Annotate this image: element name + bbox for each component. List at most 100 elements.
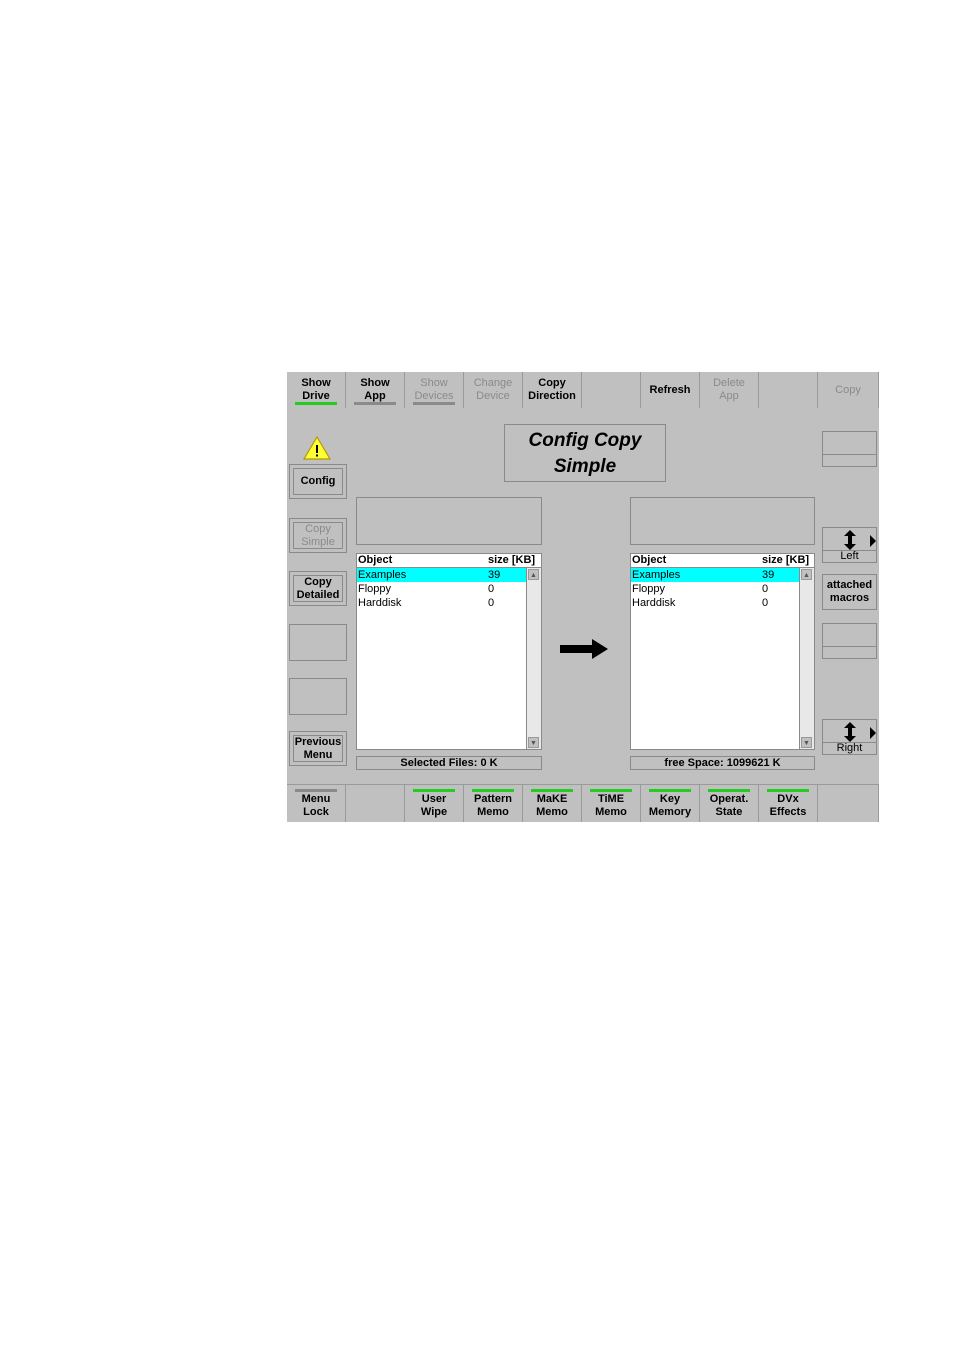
page-title-line1: Config Copy: [528, 430, 642, 451]
bottom-button-8[interactable]: Operat. State: [700, 785, 759, 822]
status-indicator: [354, 402, 396, 405]
up-down-arrow-icon: [843, 722, 857, 742]
bottom-button-1[interactable]: Menu Lock: [287, 785, 346, 822]
top-button-label: Refresh: [649, 383, 691, 396]
scroll-up-icon[interactable]: ▲: [801, 569, 812, 580]
top-button-2[interactable]: Show App: [346, 372, 405, 408]
bottom-button-2[interactable]: [346, 785, 405, 822]
top-button-label: Show Devices: [414, 377, 454, 402]
play-right-icon: [869, 534, 877, 547]
status-indicator: [472, 789, 514, 792]
list-item-name: Examples: [632, 569, 681, 581]
right-scroll-control[interactable]: Right: [822, 719, 877, 755]
list-item-size: 0: [488, 583, 495, 595]
left-label: Left: [840, 550, 859, 562]
bottom-button-label: DVx Effects: [769, 792, 807, 818]
up-down-arrow-icon: [843, 530, 857, 550]
list-item[interactable]: Floppy 0: [357, 582, 527, 596]
bottom-button-label: Operat. State: [709, 792, 749, 818]
attached-macros-label: attached macros: [826, 579, 873, 604]
free-space-status: free Space: 1099621 K: [630, 756, 815, 770]
top-button-9[interactable]: [759, 372, 818, 408]
list-item[interactable]: Harddisk 0: [357, 596, 527, 610]
status-indicator: [531, 789, 573, 792]
list-item[interactable]: Examples 39: [357, 568, 527, 582]
bottom-button-label: Menu Lock: [301, 792, 331, 818]
top-button-label: Show App: [360, 377, 390, 402]
list-item-size: 0: [762, 597, 769, 609]
copy-direction-arrow-icon: [558, 638, 610, 660]
bottom-button-label: MaKE Memo: [536, 792, 568, 818]
top-button-label: Copy: [835, 383, 861, 396]
bottom-button-6[interactable]: TiME Memo: [582, 785, 641, 822]
top-button-label: Delete App: [713, 377, 745, 402]
status-indicator: [413, 402, 455, 405]
list-item-size: 39: [488, 569, 501, 581]
source-scrollbar[interactable]: ▲ ▼: [526, 568, 541, 749]
selected-files-status: Selected Files: 0 K: [356, 756, 542, 770]
source-col-size: size [KB]: [488, 554, 536, 566]
left-empty-button-1[interactable]: [289, 624, 347, 661]
target-list-header: Object size [KB]: [631, 554, 814, 568]
list-item[interactable]: Floppy 0: [631, 582, 800, 596]
list-item-name: Harddisk: [358, 597, 402, 609]
list-item-size: 0: [762, 583, 769, 595]
copy-simple-button[interactable]: Copy Simple: [289, 518, 347, 553]
bottom-button-9[interactable]: DVx Effects: [759, 785, 818, 822]
list-item[interactable]: Examples 39: [631, 568, 800, 582]
source-col-object: Object: [358, 554, 393, 566]
source-list-header: Object size [KB]: [357, 554, 541, 568]
top-button-4[interactable]: Change Device: [464, 372, 523, 408]
page-title: Config Copy Simple: [504, 424, 666, 482]
right-empty-button-1[interactable]: [822, 431, 877, 467]
left-empty-button-2[interactable]: [289, 678, 347, 715]
bottom-button-7[interactable]: Key Memory: [641, 785, 700, 822]
play-right-icon: [869, 726, 877, 739]
status-indicator: [590, 789, 632, 792]
warning-icon: [302, 435, 332, 461]
bottom-button-10[interactable]: [818, 785, 879, 822]
top-button-8[interactable]: Delete App: [700, 372, 759, 408]
right-empty-button-2[interactable]: [822, 623, 877, 659]
top-button-label: Show Drive: [301, 377, 331, 402]
top-button-label: Copy Direction: [528, 377, 576, 402]
bottom-button-3[interactable]: User Wipe: [405, 785, 464, 822]
list-item-size: 39: [762, 569, 775, 581]
bottom-button-5[interactable]: MaKE Memo: [523, 785, 582, 822]
list-item-size: 0: [488, 597, 495, 609]
top-button-1[interactable]: Show Drive: [287, 372, 346, 408]
attached-macros-button[interactable]: attached macros: [822, 574, 877, 610]
status-indicator: [767, 789, 809, 792]
bottom-button-4[interactable]: Pattern Memo: [464, 785, 523, 822]
list-item-name: Floppy: [632, 583, 666, 595]
top-button-3[interactable]: Show Devices: [405, 372, 464, 408]
top-button-7[interactable]: Refresh: [641, 372, 700, 408]
right-label: Right: [836, 742, 863, 754]
target-scrollbar[interactable]: ▲ ▼: [799, 568, 814, 749]
top-button-5[interactable]: Copy Direction: [523, 372, 582, 408]
scroll-up-icon[interactable]: ▲: [528, 569, 539, 580]
left-scroll-control[interactable]: Left: [822, 527, 877, 563]
target-col-size: size [KB]: [762, 554, 810, 566]
top-button-6[interactable]: [582, 372, 641, 408]
list-item-name: Floppy: [358, 583, 392, 595]
copy-detailed-button[interactable]: Copy Detailed: [289, 571, 347, 606]
list-item-name: Harddisk: [632, 597, 676, 609]
previous-menu-button[interactable]: Previous Menu: [289, 731, 347, 766]
bottom-button-label: User Wipe: [420, 792, 448, 818]
target-col-object: Object: [632, 554, 667, 566]
target-file-list[interactable]: Object size [KB] Examples 39 Floppy 0 Harddi…: [630, 553, 815, 750]
list-item[interactable]: Harddisk 0: [631, 596, 800, 610]
target-info-box: [630, 497, 815, 545]
top-button-10[interactable]: Copy: [818, 372, 879, 408]
source-file-list[interactable]: Object size [KB] Examples 39 Floppy 0 Harddi…: [356, 553, 542, 750]
config-button[interactable]: Config: [289, 464, 347, 499]
page-title-line2: Simple: [553, 456, 617, 477]
status-indicator: [413, 789, 455, 792]
status-indicator: [708, 789, 750, 792]
scroll-down-icon[interactable]: ▼: [528, 737, 539, 748]
bottom-button-label: Pattern Memo: [474, 792, 512, 818]
scroll-down-icon[interactable]: ▼: [801, 737, 812, 748]
bottom-button-label: TiME Memo: [595, 792, 627, 818]
source-info-box: [356, 497, 542, 545]
